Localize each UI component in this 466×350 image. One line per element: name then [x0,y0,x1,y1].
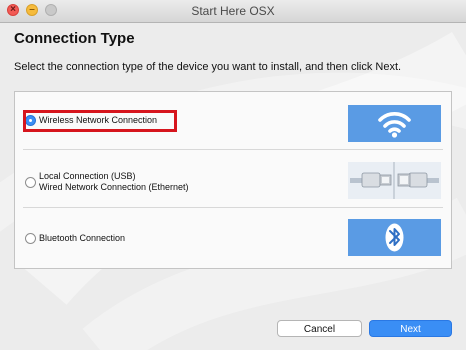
bluetooth-image [348,219,441,256]
option-wired-ethernet-label: Wired Network Connection (Ethernet) [39,182,189,192]
selection-highlight-box [23,110,177,132]
option-local-wired-label: Local Connection (USB) Wired Network Con… [39,171,189,193]
installer-window: × – Start Here OSX Connection Type Selec… [0,0,466,350]
wifi-icon [348,105,441,142]
radio-bluetooth[interactable] [25,233,36,244]
cancel-button[interactable]: Cancel [277,320,362,337]
cable-connectors-icon [348,162,441,199]
instruction-text: Select the connection type of the device… [14,61,402,73]
title-bar: × – Start Here OSX [0,0,466,23]
cable-connectors-image [348,162,441,199]
radio-local-wired[interactable] [25,176,36,188]
next-button[interactable]: Next [369,320,452,337]
wifi-image [348,105,441,142]
divider [23,207,443,208]
connection-options-panel: Wireless Network Connection Local Connec… [14,91,452,269]
option-bluetooth-label: Bluetooth Connection [39,233,126,243]
bluetooth-icon [348,219,441,256]
option-bluetooth[interactable]: Bluetooth Connection [25,233,125,244]
window-title: Start Here OSX [191,4,275,18]
option-local-usb-label: Local Connection (USB) [39,171,136,181]
option-local-wired[interactable]: Local Connection (USB) Wired Network Con… [25,171,189,193]
page-title: Connection Type [14,30,135,47]
divider [23,149,443,150]
